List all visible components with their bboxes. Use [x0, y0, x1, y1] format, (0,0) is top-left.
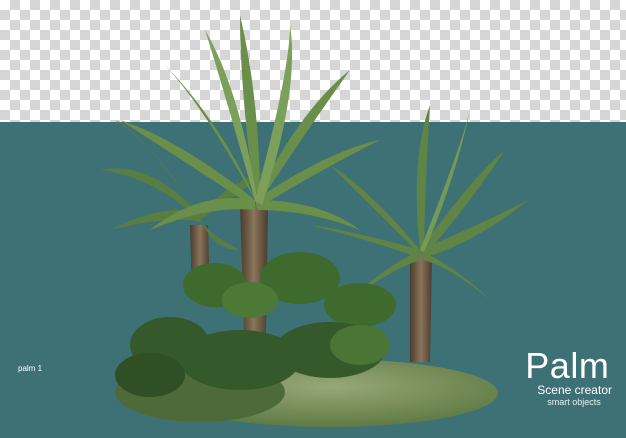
tagline-smart-objects: smart objects [547, 397, 601, 407]
title-palm: Palm [525, 345, 610, 386]
title-block: Palm Scene creator smart objects [525, 345, 612, 408]
palm-crown-center [120, 15, 380, 230]
palm-trunk-right [410, 255, 432, 362]
scene-canvas: palm 1 Palm Scene creator smart objects [0, 0, 626, 438]
subtitle-scene-creator: Scene creator [537, 383, 612, 397]
image-caption-label: palm 1 [18, 364, 43, 373]
fan-palm-cluster [183, 252, 396, 327]
